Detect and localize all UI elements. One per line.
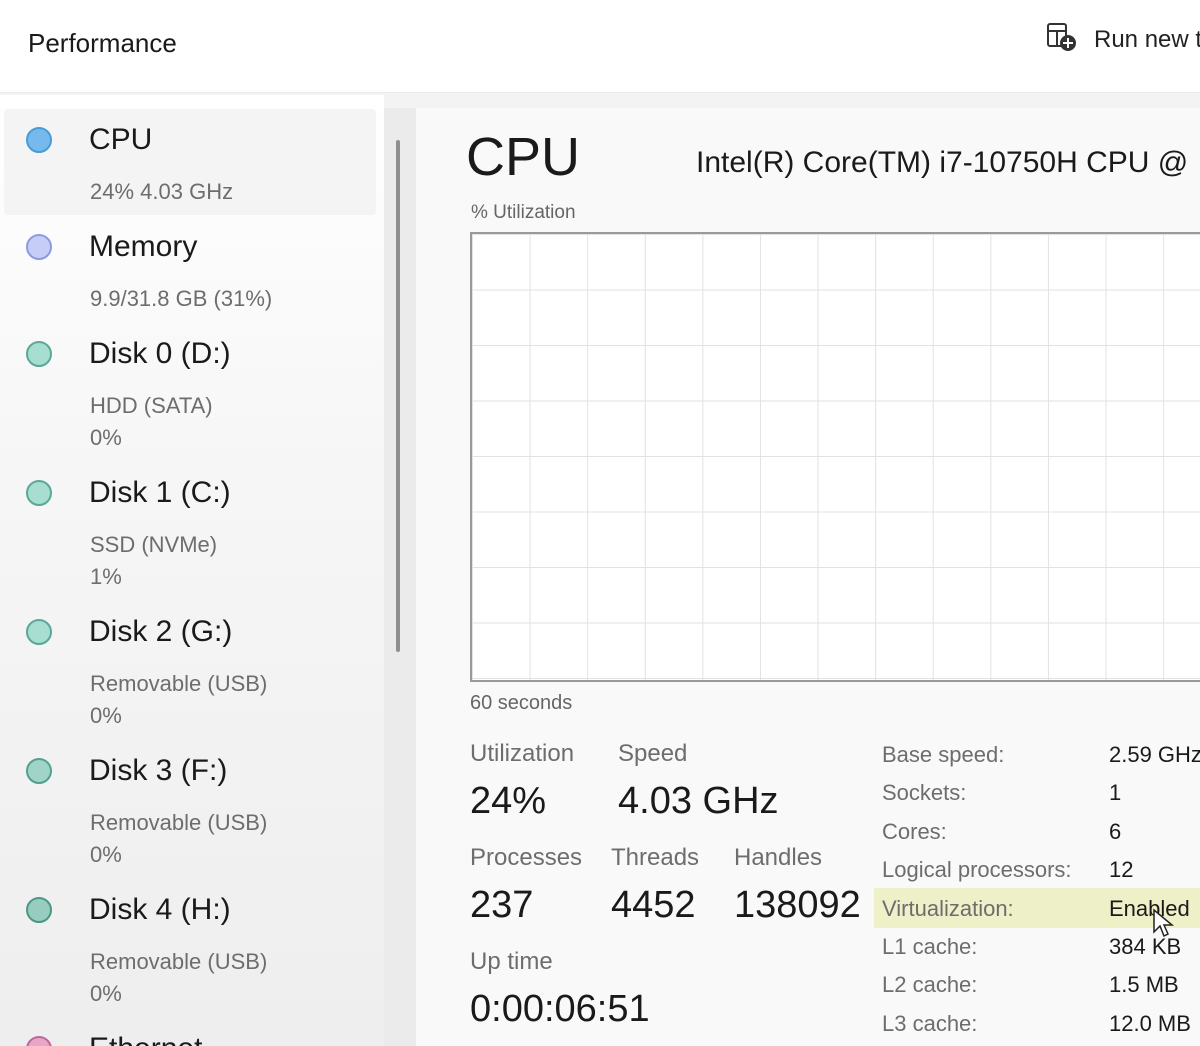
sidebar-item-detail: HDD (SATA) (90, 393, 213, 418)
sidebar-item-detail: 24% 4.03 GHz (90, 179, 234, 204)
sidebar-item-detail: Removable (USB) (90, 810, 268, 835)
cpu-detail-panel: CPU Intel(R) Core(TM) i7-10750H CPU @ % … (416, 108, 1200, 1046)
pane-divider (384, 108, 416, 1046)
base-speed-value: 2.59 GHz (1109, 742, 1200, 767)
l2-cache-label: L2 cache: (882, 972, 978, 997)
sidebar-item-disk-0[interactable]: Disk 0 (D:) HDD (SATA) 0% (4, 323, 376, 453)
sidebar-item-usage: 0% (90, 981, 122, 1006)
sidebar-item-cpu[interactable]: CPU 24% 4.03 GHz (4, 109, 376, 215)
page-title: Performance (28, 28, 177, 58)
processes-stat: Processes 237 (470, 844, 582, 927)
sidebar-item-ethernet[interactable]: Ethernet (4, 1018, 376, 1046)
sidebar-item-name: Disk 3 (F:) (89, 754, 228, 787)
disk-indicator-icon (26, 619, 52, 645)
sidebar-scrollbar[interactable] (396, 140, 400, 652)
logical-processors-label: Logical processors: (882, 857, 1072, 882)
processes-label: Processes (470, 844, 583, 871)
handles-stat: Handles 138092 (734, 844, 861, 927)
sidebar-item-memory[interactable]: Memory 9.9/31.8 GB (31%) (4, 216, 376, 316)
cpu-model-name: Intel(R) Core(TM) i7-10750H CPU @ (696, 146, 1189, 179)
l3-cache-value: 12.0 MB (1109, 1011, 1191, 1036)
uptime-stat: Up time 0:00:06:51 (470, 948, 650, 1031)
sidebar-item-name: Disk 4 (H:) (89, 893, 231, 926)
cpu-utilization-graph (470, 232, 1200, 682)
speed-value: 4.03 GHz (618, 780, 779, 822)
cores-value: 6 (1109, 819, 1122, 844)
sidebar-item-usage: 0% (90, 425, 122, 450)
sidebar-item-disk-2[interactable]: Disk 2 (G:) Removable (USB) 0% (4, 601, 376, 731)
run-task-icon (1046, 21, 1078, 60)
sidebar-item-name: Memory (89, 230, 198, 263)
threads-label: Threads (611, 844, 700, 871)
logical-processors-value: 12 (1109, 857, 1134, 882)
sidebar-item-disk-4[interactable]: Disk 4 (H:) Removable (USB) 0% (4, 879, 376, 1009)
sidebar-item-usage: 1% (90, 564, 122, 589)
handles-label: Handles (734, 844, 823, 871)
speed-stat: Speed 4.03 GHz (618, 740, 779, 823)
disk-indicator-icon (26, 341, 52, 367)
sidebar-item-disk-1[interactable]: Disk 1 (C:) SSD (NVMe) 1% (4, 462, 376, 592)
virtualization-label: Virtualization: (882, 896, 1014, 921)
speed-label: Speed (618, 740, 688, 767)
sidebar-item-detail: SSD (NVMe) (90, 532, 218, 557)
uptime-value: 0:00:06:51 (470, 988, 650, 1030)
uptime-label: Up time (470, 948, 553, 975)
handles-value: 138092 (734, 884, 861, 926)
sidebar-item-usage: 0% (90, 703, 122, 728)
disk-indicator-icon (26, 758, 52, 784)
cpu-indicator-icon (26, 127, 52, 153)
graph-y-label: % Utilization (471, 202, 576, 223)
run-task-label: Run new t (1094, 26, 1200, 53)
resource-sidebar: CPU 24% 4.03 GHz Memory 9.9/31.8 GB (31%… (0, 95, 384, 1046)
sidebar-item-detail: Removable (USB) (90, 671, 268, 696)
sockets-label: Sockets: (882, 780, 967, 805)
base-speed-label: Base speed: (882, 742, 1005, 767)
sidebar-item-usage: 0% (90, 842, 122, 867)
sidebar-item-detail: Removable (USB) (90, 949, 268, 974)
threads-value: 4452 (611, 884, 696, 926)
sidebar-item-disk-3[interactable]: Disk 3 (F:) Removable (USB) 0% (4, 740, 376, 870)
sidebar-item-detail: 9.9/31.8 GB (31%) (90, 286, 273, 311)
run-new-task-button[interactable]: Run new t (1046, 22, 1200, 58)
sidebar-item-name: Disk 0 (D:) (89, 337, 231, 370)
sidebar-item-name: CPU (89, 123, 153, 156)
sidebar-item-name: Disk 2 (G:) (89, 615, 233, 648)
processes-value: 237 (470, 884, 534, 926)
sockets-value: 1 (1109, 780, 1122, 805)
sidebar-item-name: Ethernet (89, 1032, 202, 1046)
l1-cache-label: L1 cache: (882, 934, 978, 959)
disk-indicator-icon (26, 897, 52, 923)
disk-indicator-icon (26, 480, 52, 506)
cores-label: Cores: (882, 819, 947, 844)
utilization-value: 24% (470, 780, 547, 822)
threads-stat: Threads 4452 (611, 844, 699, 927)
mouse-cursor-icon (1153, 908, 1175, 938)
l3-cache-label: L3 cache: (882, 1011, 978, 1036)
ethernet-indicator-icon (26, 1036, 52, 1046)
sidebar-item-name: Disk 1 (C:) (89, 476, 231, 509)
utilization-label: Utilization (470, 740, 575, 767)
l2-cache-value: 1.5 MB (1109, 972, 1179, 997)
utilization-stat: Utilization 24% (470, 740, 574, 823)
virtualization-value: Enabled (1109, 896, 1190, 921)
cpu-title: CPU (466, 127, 581, 187)
header-bar: Performance Run new t (0, 0, 1200, 93)
graph-time-span: 60 seconds (470, 692, 573, 714)
memory-indicator-icon (26, 234, 52, 260)
